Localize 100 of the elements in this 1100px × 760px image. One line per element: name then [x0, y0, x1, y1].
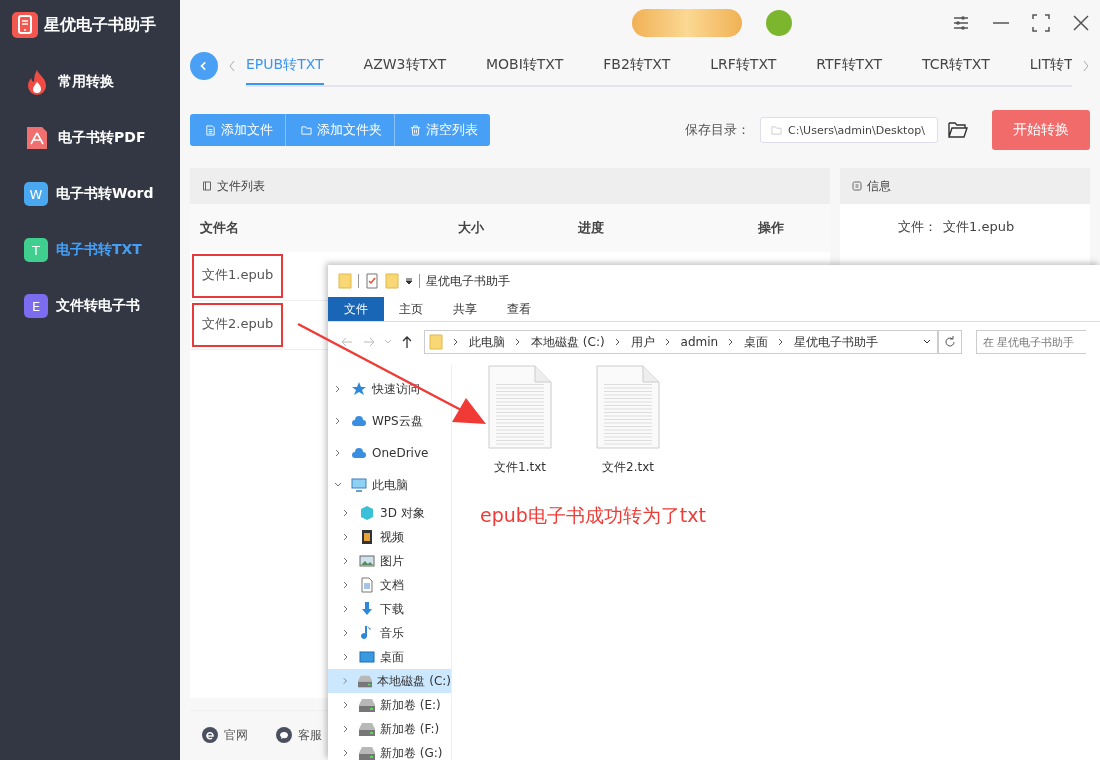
sidebar-item[interactable]: 电子书转PDF — [58, 129, 146, 147]
dropdown-icon[interactable] — [923, 338, 931, 346]
sidebar-item[interactable]: 文件转电子书 — [56, 297, 140, 315]
nav-item[interactable]: 音乐 — [328, 621, 451, 645]
refresh-icon[interactable] — [938, 330, 962, 354]
nav-label: 3D 对象 — [380, 504, 425, 522]
footer-link[interactable]: 官网 — [202, 726, 248, 744]
save-path-field[interactable]: C:\Users\admin\Desktop\ — [760, 117, 938, 143]
chevron-icon[interactable] — [342, 605, 350, 613]
info-icon — [852, 181, 862, 191]
maximize-icon[interactable] — [1032, 14, 1050, 32]
chevron-icon[interactable] — [342, 701, 350, 709]
chevron-icon[interactable] — [342, 533, 350, 541]
sidebar-item[interactable]: 电子书转TXT — [56, 241, 142, 259]
app-logo-icon — [12, 12, 38, 38]
nav-label: 快速访问 — [372, 380, 420, 398]
user-avatar[interactable] — [766, 10, 792, 36]
close-icon[interactable] — [1072, 14, 1090, 32]
file-name-cell: 文件2.epub — [192, 303, 284, 347]
breadcrumb-item[interactable]: 本地磁盘 (C:) — [531, 333, 605, 351]
nav-item[interactable]: OneDrive — [328, 437, 451, 469]
sidebar-item[interactable]: 电子书转Word — [56, 185, 154, 203]
format-tab[interactable]: LIT转T — [1029, 45, 1072, 85]
breadcrumb-item[interactable]: 桌面 — [744, 333, 769, 351]
chevron-icon[interactable] — [342, 557, 350, 565]
nav-label: 文档 — [380, 576, 404, 594]
ribbon-tab[interactable]: 查看 — [492, 297, 546, 321]
chevron-icon[interactable] — [342, 629, 350, 637]
drive-icon — [359, 745, 375, 760]
chevron-icon[interactable] — [334, 385, 342, 393]
nav-label: 音乐 — [380, 624, 404, 642]
dropdown-icon[interactable] — [405, 277, 413, 285]
nav-item[interactable]: 本地磁盘 (C:) — [328, 669, 451, 693]
nav-item[interactable]: 文档 — [328, 573, 451, 597]
chevron-right-icon[interactable] — [515, 338, 521, 346]
chevron-right-icon[interactable] — [614, 338, 621, 346]
nav-item[interactable]: WPS云盘 — [328, 405, 451, 437]
address-bar[interactable]: 此电脑 本地磁盘 (C:) 用户 admin 桌面 星优电子书助手 — [424, 330, 938, 354]
nav-label: 新加卷 (G:) — [380, 744, 443, 760]
file-item[interactable]: 文件1.txt — [482, 365, 558, 476]
breadcrumb-item[interactable]: 星优电子书助手 — [794, 333, 879, 351]
footer-link[interactable]: 客服 — [276, 726, 322, 744]
format-tab[interactable]: RTF转TXT — [816, 45, 883, 85]
chevron-icon[interactable] — [334, 417, 342, 425]
nav-item[interactable]: 3D 对象 — [328, 501, 451, 525]
nav-item[interactable]: 新加卷 (F:) — [328, 717, 451, 741]
nav-label: WPS云盘 — [372, 412, 423, 430]
ribbon-tab[interactable]: 共享 — [438, 297, 492, 321]
nav-item[interactable]: 视频 — [328, 525, 451, 549]
sidebar-item[interactable]: 常用转换 — [58, 73, 114, 91]
nav-label: 桌面 — [380, 648, 404, 666]
breadcrumb-item[interactable]: admin — [680, 335, 719, 349]
chevron-right-icon[interactable] — [664, 338, 671, 346]
folder-icon[interactable] — [948, 121, 968, 139]
folder-icon — [429, 334, 443, 350]
chevron-icon[interactable] — [334, 481, 342, 489]
ribbon-tab[interactable]: 文件 — [328, 297, 384, 321]
nav-item[interactable]: 桌面 — [328, 645, 451, 669]
chevron-icon[interactable] — [342, 581, 350, 589]
nav-item[interactable]: 此电脑 — [328, 469, 451, 501]
computer-icon — [351, 477, 367, 493]
format-tab[interactable]: FB2转TXT — [603, 45, 671, 85]
drive-icon — [359, 721, 375, 737]
nav-item[interactable]: 新加卷 (G:) — [328, 741, 451, 760]
nav-item[interactable]: 快速访问 — [328, 373, 451, 405]
chevron-icon[interactable] — [342, 509, 350, 517]
trash-icon — [410, 124, 421, 136]
chevron-icon[interactable] — [342, 749, 350, 757]
download-arrow-icon — [359, 601, 375, 617]
column-header: 文件名 — [199, 219, 240, 237]
chevron-icon[interactable] — [342, 653, 350, 661]
annotation-text: epub电子书成功转为了txt — [480, 503, 706, 528]
chevron-right-icon[interactable] — [453, 338, 459, 346]
back-icon[interactable] — [340, 335, 354, 349]
chevron-icon[interactable] — [342, 725, 350, 733]
back-button[interactable] — [190, 52, 218, 80]
chevron-icon[interactable] — [334, 449, 342, 457]
breadcrumb-item[interactable]: 用户 — [630, 333, 655, 351]
properties-icon[interactable] — [365, 273, 379, 289]
settings-icon[interactable] — [952, 14, 970, 32]
breadcrumb-item[interactable]: 此电脑 — [469, 333, 505, 351]
chevron-right-icon[interactable] — [778, 338, 785, 346]
file-item[interactable]: 文件2.txt — [590, 365, 666, 476]
file-icon — [205, 124, 216, 136]
format-tab[interactable]: TCR转TXT — [922, 45, 990, 85]
monitor-icon — [359, 649, 375, 665]
format-tab[interactable]: AZW3转TXT — [363, 45, 446, 85]
nav-item[interactable]: 下载 — [328, 597, 451, 621]
ribbon-tab[interactable]: 主页 — [384, 297, 438, 321]
chevron-right-icon[interactable] — [728, 338, 735, 346]
search-field[interactable]: 在 星优电子书助手 — [976, 330, 1086, 354]
up-icon[interactable] — [400, 335, 414, 349]
document-icon — [359, 577, 375, 593]
format-tab[interactable]: MOBI转TXT — [485, 45, 564, 85]
file-type-icon: T — [24, 238, 48, 262]
nav-item[interactable]: 新加卷 (E:) — [328, 693, 451, 717]
format-tab[interactable]: LRF转TXT — [710, 45, 777, 85]
folder-icon — [301, 124, 312, 136]
cloud-icon — [351, 413, 367, 429]
nav-item[interactable]: 图片 — [328, 549, 451, 573]
